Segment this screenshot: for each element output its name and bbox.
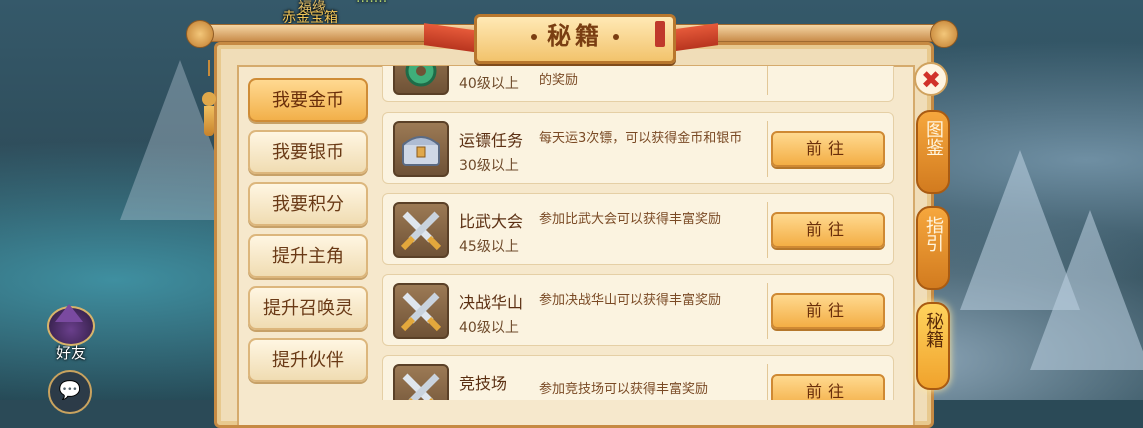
menu-item-silver[interactable]: 我要银币	[248, 130, 368, 174]
list-item: 40级以上 的奖励	[382, 66, 894, 102]
menu-item-upgrade-partner[interactable]: 提升伙伴	[248, 338, 368, 382]
tab-guide[interactable]: 指引	[916, 206, 950, 290]
close-icon: ✖	[920, 66, 942, 94]
activity-name: 比武大会	[459, 212, 524, 231]
activity-level: 30级以上	[459, 158, 519, 174]
list-item: 竞技场 参加竞技场可以获得丰富奖励 前往	[382, 355, 894, 400]
list-item: 决战华山 40级以上 参加决战华山可以获得丰富奖励 前往	[382, 274, 894, 346]
activity-name: 决战华山	[459, 293, 524, 312]
list-item: 运镖任务 30级以上 每天运3次镖，可以获得金币和银币 前往	[382, 112, 894, 184]
activity-description: 参加竞技场可以获得丰富奖励	[539, 382, 709, 397]
go-button[interactable]: 前往	[771, 374, 885, 400]
window-title-plate: 秘籍	[474, 14, 676, 64]
crossed-swords-icon	[393, 283, 449, 339]
window-title: 秘籍	[547, 22, 603, 50]
activity-name: 运镖任务	[459, 131, 524, 150]
go-button[interactable]: 前往	[771, 212, 885, 248]
menu-item-points[interactable]: 我要积分	[248, 182, 368, 226]
activity-list[interactable]: 40级以上 的奖励 运镖任务 30级以上 每天运3次镖，可以获得金币和银币 前往…	[382, 66, 894, 400]
friends-button[interactable]: 好友	[44, 304, 98, 362]
menu-item-upgrade-summon[interactable]: 提升召唤灵	[248, 286, 368, 330]
treasure-chest-icon	[393, 121, 449, 177]
activity-description: 参加比武大会可以获得丰富奖励	[539, 212, 722, 227]
tab-handbook[interactable]: 图鉴	[916, 110, 950, 194]
category-menu: 我要金币 我要银币 我要积分 提升主角 提升召唤灵 提升伙伴	[248, 78, 368, 390]
crossed-swords-icon	[393, 202, 449, 258]
go-button[interactable]: 前往	[771, 293, 885, 329]
activity-name: 竞技场	[459, 374, 508, 393]
activity-level: 40级以上	[459, 76, 519, 92]
scroll-rod-end-right	[930, 20, 958, 48]
activity-description: 的奖励	[539, 73, 579, 88]
chat-bubble-icon: 💬	[58, 380, 82, 401]
menu-item-gold[interactable]: 我要金币	[248, 78, 368, 122]
world-label-faded: ·······	[356, 0, 388, 10]
activity-level: 40级以上	[459, 320, 519, 336]
tab-secrets[interactable]: 秘籍	[916, 302, 950, 390]
tassel-decoration	[202, 60, 216, 136]
close-button[interactable]: ✖	[914, 62, 948, 96]
background-tree	[1030, 210, 1143, 370]
friend-avatar-icon	[47, 304, 95, 346]
red-seal-icon	[655, 21, 665, 47]
tab-label: 秘籍	[923, 312, 944, 348]
tab-label: 图鉴	[923, 120, 944, 156]
jade-coin-icon	[393, 66, 449, 95]
tab-label: 指引	[923, 216, 944, 252]
go-button[interactable]: 前往	[771, 131, 885, 167]
crossed-swords-icon	[393, 364, 449, 400]
chat-button[interactable]: 💬	[48, 370, 92, 414]
activity-level: 45级以上	[459, 239, 519, 255]
scroll-rod-end-left	[186, 20, 214, 48]
activity-description: 每天运3次镖，可以获得金币和银币	[539, 131, 743, 146]
list-item: 比武大会 45级以上 参加比武大会可以获得丰富奖励 前往	[382, 193, 894, 265]
activity-description: 参加决战华山可以获得丰富奖励	[539, 293, 722, 308]
menu-item-upgrade-hero[interactable]: 提升主角	[248, 234, 368, 278]
